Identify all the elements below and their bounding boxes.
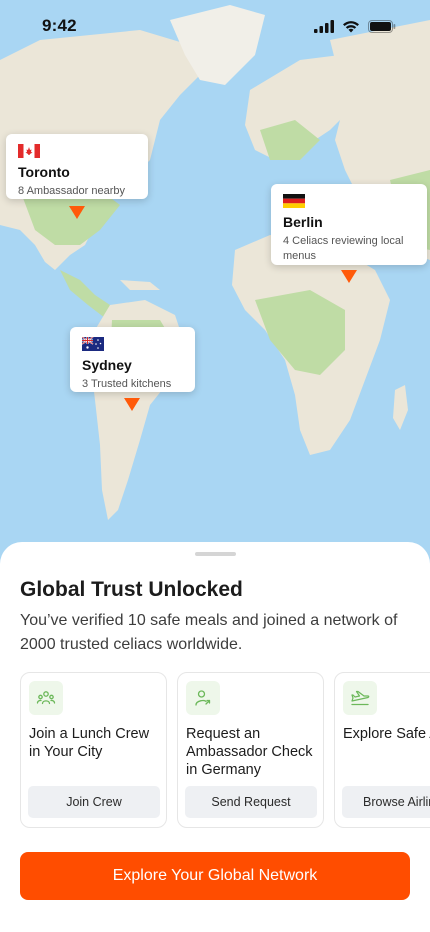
callout-subtitle: 8 Ambassador nearby [18,185,126,197]
map-pin-berlin[interactable] [341,270,357,283]
status-icons [314,19,396,33]
germany-flag-icon [283,194,305,208]
action-card-lunch-crew[interactable]: Join a Lunch Crew in Your City Join Crew [20,672,167,828]
card-icon-box [343,681,377,715]
world-map[interactable] [0,0,430,600]
callout-berlin[interactable]: Berlin 4 Celiacs reviewing local menus [271,184,427,265]
cellular-signal-icon [314,19,334,33]
action-card-safe-airlines[interactable]: Explore Safe Airlines Browse Airlines [334,672,430,828]
australia-flag-icon [82,337,104,351]
sheet-description: You’ve verified 10 safe meals and joined… [20,612,398,653]
send-request-button[interactable]: Send Request [185,786,317,818]
card-title: Explore Safe Airlines [343,726,430,742]
join-crew-button[interactable]: Join Crew [28,786,160,818]
wifi-icon [343,20,359,32]
user-check-icon [195,690,211,706]
card-title: Request an Ambassador Check in Germany [186,726,313,778]
callout-city: Berlin [283,214,323,230]
callout-subtitle: 4 Celiacs reviewing local menus [283,235,404,262]
card-icon-box [186,681,220,715]
callout-city: Toronto [18,164,70,180]
status-time: 9:42 [42,16,77,35]
canada-flag-icon [18,144,40,158]
callout-toronto[interactable]: Toronto 8 Ambassador nearby [6,134,148,199]
map-pin-toronto[interactable] [69,206,85,219]
browse-airlines-button[interactable]: Browse Airlines [342,786,430,818]
map-landmass [0,5,430,520]
battery-icon [368,19,396,33]
airplane-icon [351,690,370,706]
map-pin-sydney[interactable] [124,398,140,411]
card-icon-box [29,681,63,715]
callout-sydney[interactable]: Sydney 3 Trusted kitchens [70,327,195,392]
group-icon [36,691,56,705]
explore-global-network-button[interactable]: Explore Your Global Network [20,852,410,900]
callout-subtitle: 3 Trusted kitchens [82,378,172,390]
sheet-grabber-handle[interactable] [195,552,236,556]
action-cards-carousel[interactable]: Join a Lunch Crew in Your City Join Crew… [20,672,430,828]
callout-city: Sydney [82,357,132,373]
sheet-title: Global Trust Unlocked [20,578,243,601]
status-bar: 9:42 [0,0,430,52]
action-card-ambassador-check[interactable]: Request an Ambassador Check in Germany S… [177,672,324,828]
bottom-sheet: Global Trust Unlocked You’ve verified 10… [0,542,430,932]
card-title: Join a Lunch Crew in Your City [29,726,150,760]
